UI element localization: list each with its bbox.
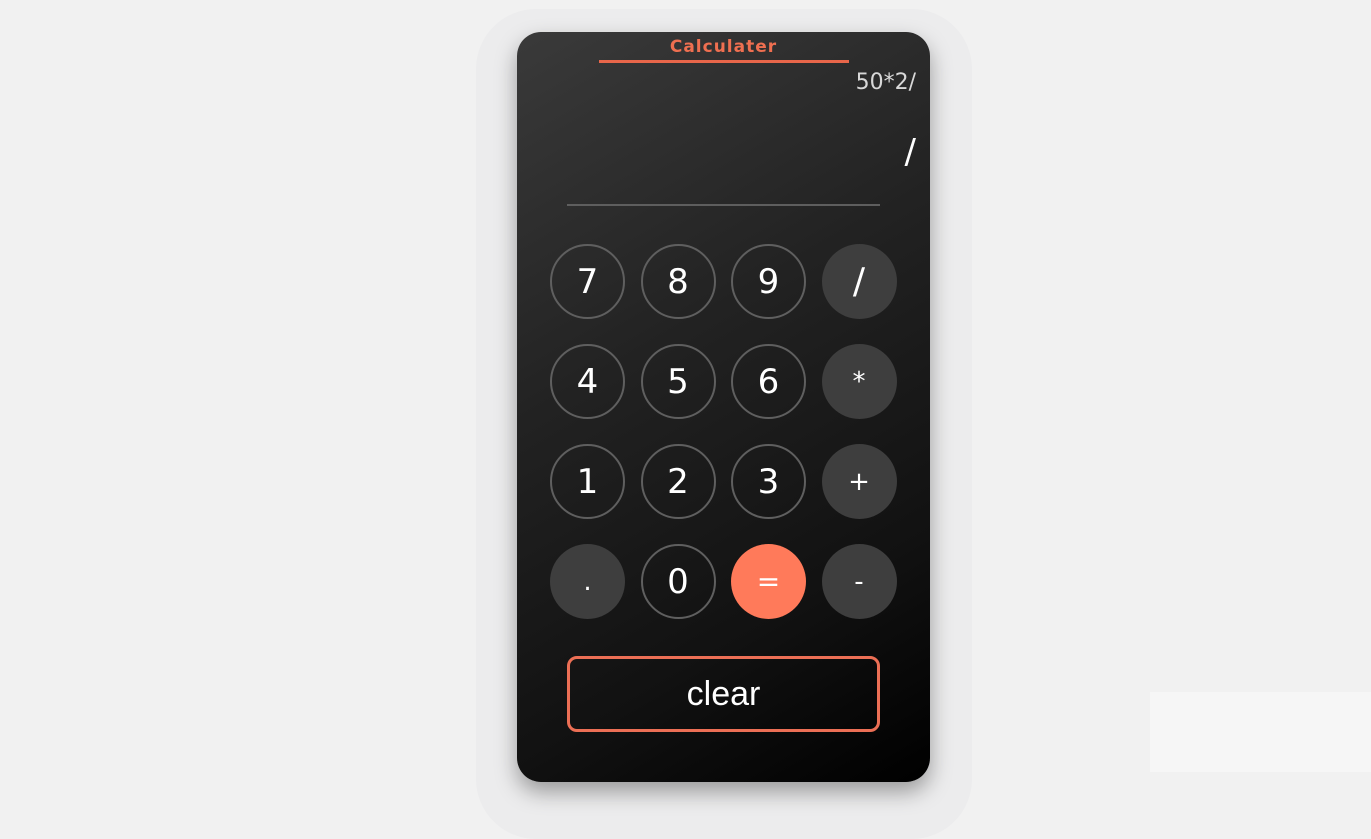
key-decimal[interactable]: . bbox=[550, 544, 625, 619]
key-3[interactable]: 3 bbox=[731, 444, 806, 519]
current-input: / bbox=[904, 132, 916, 172]
app-title: Calculater bbox=[669, 37, 778, 57]
key-2[interactable]: 2 bbox=[640, 444, 716, 519]
key-9[interactable]: 9 bbox=[731, 244, 806, 319]
expression-history: 50*2/ bbox=[855, 70, 916, 95]
key-0[interactable]: 0 bbox=[640, 544, 716, 619]
key-divide[interactable]: / bbox=[821, 244, 897, 319]
clear-button[interactable]: clear bbox=[567, 656, 880, 732]
key-4[interactable]: 4 bbox=[550, 344, 625, 419]
calculator-card: Calculater 50*2/ / 7 8 9 / 4 5 6 * 1 2 3… bbox=[517, 32, 930, 782]
key-multiply[interactable]: * bbox=[821, 344, 897, 419]
keypad: 7 8 9 / 4 5 6 * 1 2 3 + . 0 = - bbox=[550, 244, 897, 619]
display-divider bbox=[567, 204, 880, 206]
background-patch bbox=[1150, 692, 1371, 772]
key-add[interactable]: + bbox=[821, 444, 897, 519]
key-subtract[interactable]: - bbox=[821, 544, 897, 619]
key-1[interactable]: 1 bbox=[550, 444, 625, 519]
key-6[interactable]: 6 bbox=[731, 344, 806, 419]
key-7[interactable]: 7 bbox=[550, 244, 625, 319]
key-equals[interactable]: = bbox=[731, 544, 806, 619]
title-underline bbox=[599, 60, 849, 63]
key-8[interactable]: 8 bbox=[640, 244, 716, 319]
key-5[interactable]: 5 bbox=[640, 344, 716, 419]
